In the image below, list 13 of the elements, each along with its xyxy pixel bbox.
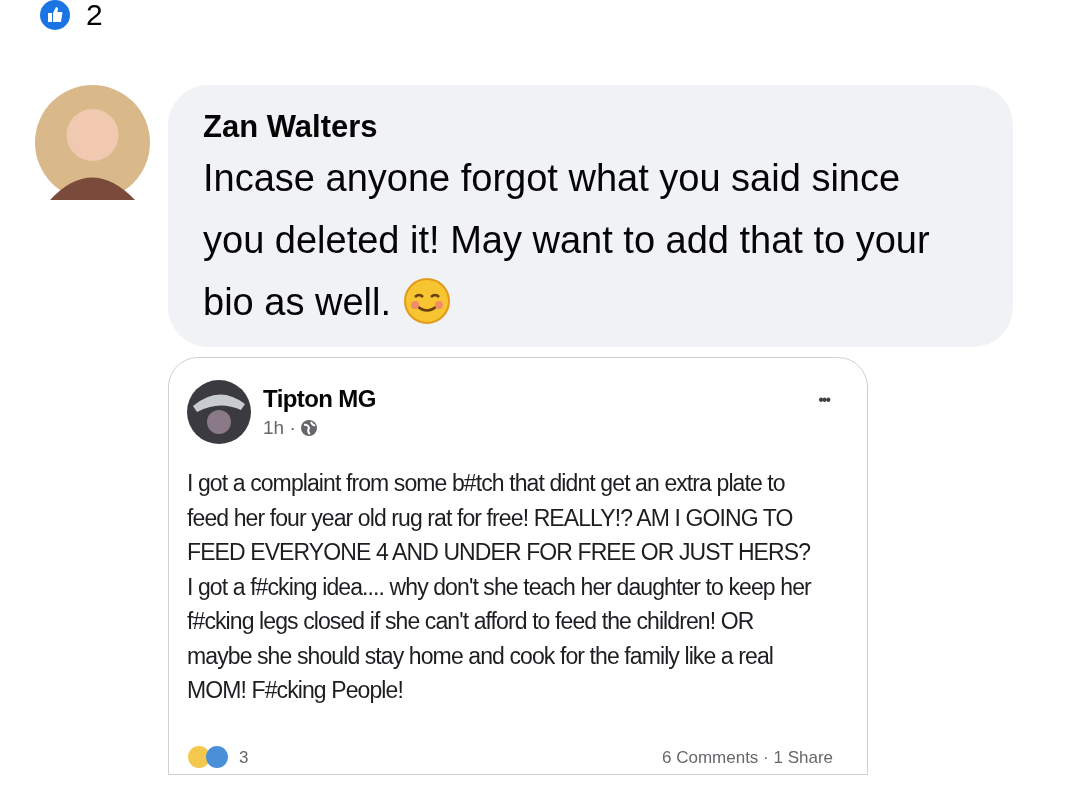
smiling-face-icon bbox=[403, 276, 451, 325]
post-time: 1h · bbox=[263, 416, 296, 440]
globe-icon bbox=[299, 419, 318, 438]
comment-text: Incase anyone forgot what you said since you deleted it! May want to add that to your bio as well. bbox=[203, 156, 931, 327]
post-author[interactable]: Tipton MG bbox=[263, 384, 807, 414]
reaction-icons bbox=[187, 745, 231, 770]
post-stats[interactable]: 6 Comments · 1 Share bbox=[662, 744, 849, 770]
author-name[interactable]: Zan Walters bbox=[203, 107, 989, 147]
reaction-count: 2 bbox=[86, 0, 103, 30]
post-text: I got a complaint from some b#tch that didnt get an extra plate to feed her four year old rug rat for free! REALLY!? AM I GOING TO FEED EVERYONE 4 AND UNDER FOR FREE OR JUST HERS? I got a f#cking idea.... why don't she teach her daughter to keep her f#cking legs closed if she can't afford to feed the children! OR maybe she should stay home and cook for the family like a real MOM! F#cking People! bbox=[187, 469, 813, 705]
avatar bbox=[187, 380, 251, 444]
more-button[interactable]: ••• bbox=[818, 380, 849, 412]
reaction-count: 3 bbox=[239, 746, 249, 769]
